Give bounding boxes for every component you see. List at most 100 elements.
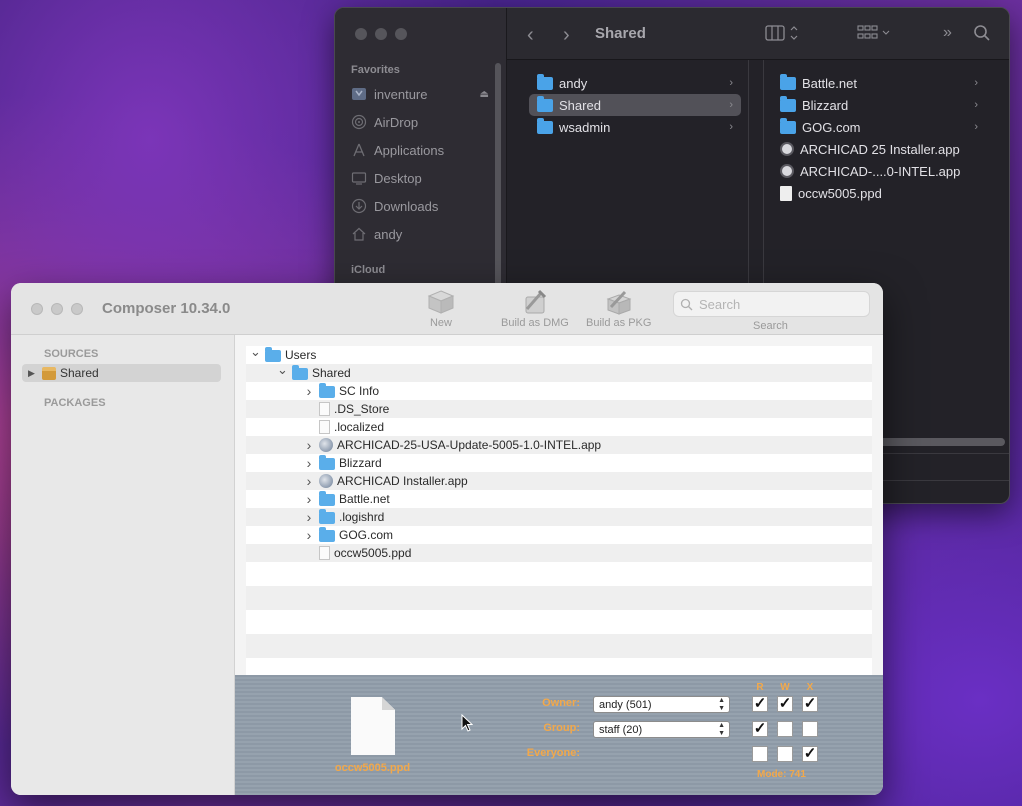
column-view-icon[interactable] [765,24,801,47]
chevron-right-icon: › [974,121,978,133]
disk-icon [351,86,367,102]
group-write-checkbox[interactable] [777,721,793,737]
tree-row-label: .localized [334,420,385,434]
folder-icon [780,117,796,134]
list-item[interactable]: andy › [529,72,741,94]
build-dmg-button[interactable]: Build as DMG [501,289,569,329]
list-item[interactable]: Battle.net › [772,72,986,94]
list-item[interactable]: GOG.com › [772,116,986,138]
list-item[interactable]: ARCHICAD 25 Installer.app [772,138,986,160]
list-item-selected[interactable]: Shared › [529,94,741,116]
list-item[interactable]: Blizzard › [772,94,986,116]
folder-icon [292,365,308,380]
sidebar-item-airdrop[interactable]: AirDrop [351,111,501,133]
list-item[interactable]: ARCHICAD-....0-INTEL.app [772,160,986,182]
package-icon [42,366,56,380]
close-button[interactable] [31,303,43,315]
everyone-execute-checkbox[interactable]: ✓ [802,746,818,762]
chevron-right-icon[interactable]: › [304,473,314,489]
chevron-right-icon[interactable]: › [304,437,314,453]
tree-row[interactable]: ⌄ Shared [246,362,872,382]
zoom-button[interactable] [71,303,83,315]
list-item[interactable]: wsadmin › [529,116,741,138]
tree-row-label: .DS_Store [334,402,390,416]
tree-row[interactable]: › ARCHICAD Installer.app [246,472,872,490]
more-toolbar-icon[interactable]: » [943,24,952,42]
sidebar-item-downloads[interactable]: Downloads [351,195,501,217]
group-read-checkbox[interactable]: ✓ [752,721,768,737]
app-icon [780,142,794,156]
tree-row[interactable]: › .logishrd [246,508,872,526]
tree-row[interactable]: › Battle.net [246,490,872,508]
chevron-right-icon: › [974,99,978,111]
build-dmg-icon [521,289,549,315]
owner-write-checkbox[interactable]: ✓ [777,696,793,712]
owner-read-checkbox[interactable]: ✓ [752,696,768,712]
tree-row-label: ARCHICAD Installer.app [337,474,468,488]
disclosure-triangle-icon[interactable]: ▶ [28,368,38,379]
sidebar-item-label: Applications [374,142,445,158]
group-view-icon[interactable] [857,24,893,47]
minimize-button[interactable] [375,28,387,40]
tree-row-label: occw5005.ppd [334,546,412,560]
window-title: Composer 10.34.0 [102,300,231,317]
chevron-right-icon[interactable]: › [304,527,314,543]
search-input[interactable] [699,296,859,312]
sidebar-item-desktop[interactable]: Desktop [351,167,501,189]
group-execute-checkbox[interactable] [802,721,818,737]
horizontal-scrollbar[interactable] [875,438,1005,446]
list-item[interactable]: occw5005.ppd [772,182,986,204]
tree-row[interactable]: › GOG.com [246,526,872,544]
owner-select[interactable]: andy (501) ▲ ▼ [593,696,730,713]
item-label: ARCHICAD 25 Installer.app [800,141,960,157]
source-item-shared[interactable]: ▶ Shared [22,364,221,382]
tree-row[interactable]: › ARCHICAD-25-USA-Update-5005-1.0-INTEL.a… [246,436,872,454]
home-icon [351,226,367,242]
file-tree: ⌄Users⌄Shared›SC Info›.DS_Store›.localiz… [246,344,872,682]
zoom-button[interactable] [395,28,407,40]
tree-row[interactable]: ⌄ Users [246,344,872,364]
back-icon[interactable]: ‹ [527,24,534,47]
new-button[interactable]: New [427,289,455,329]
chevron-right-icon[interactable]: › [304,491,314,507]
chevron-down-icon[interactable]: ⌄ [277,362,288,378]
execute-header: X [806,682,814,693]
folder-icon [537,117,553,134]
favorites-heading: Favorites [351,64,400,76]
tree-row[interactable]: ›occw5005.ppd [246,544,872,562]
chevron-right-icon: › [974,77,978,89]
build-pkg-button[interactable]: Build as PKG [586,289,651,329]
minimize-button[interactable] [51,303,63,315]
group-label: Group: [543,722,580,734]
chevron-right-icon[interactable]: › [304,383,314,399]
chevron-down-icon[interactable]: ⌄ [250,344,261,360]
tree-row[interactable]: › Blizzard [246,454,872,472]
chevron-right-icon[interactable]: › [304,509,314,525]
forward-icon[interactable]: › [563,24,570,47]
tree-row[interactable]: ›.localized [246,418,872,436]
group-select[interactable]: staff (20) ▲ ▼ [593,721,730,738]
everyone-write-checkbox[interactable] [777,746,793,762]
chevron-right-icon[interactable]: › [304,455,314,471]
sidebar-item-andy[interactable]: andy [351,223,501,245]
tree-row[interactable]: › SC Info [246,382,872,400]
owner-label: Owner: [542,697,580,709]
search-icon[interactable] [973,24,991,47]
search-field[interactable] [673,291,870,317]
everyone-read-checkbox[interactable] [752,746,768,762]
tree-row[interactable]: ›.DS_Store [246,400,872,418]
sidebar-scrollbar[interactable] [495,63,501,293]
sidebar-item-label: andy [374,226,403,242]
sidebar-item-applications[interactable]: Applications [351,139,501,161]
folder-icon [319,455,335,470]
item-label: wsadmin [559,119,611,135]
composer-window: Composer 10.34.0 New Build as DMG Build … [11,283,883,795]
owner-execute-checkbox[interactable]: ✓ [802,696,818,712]
mode-value: Mode: 741 [757,769,806,780]
folder-icon [537,95,553,112]
read-header: R [756,682,764,693]
sidebar-item-inventure[interactable]: inventure ⏏ [351,83,501,105]
close-button[interactable] [355,28,367,40]
eject-icon[interactable]: ⏏ [480,89,489,100]
search-icon [680,298,693,310]
